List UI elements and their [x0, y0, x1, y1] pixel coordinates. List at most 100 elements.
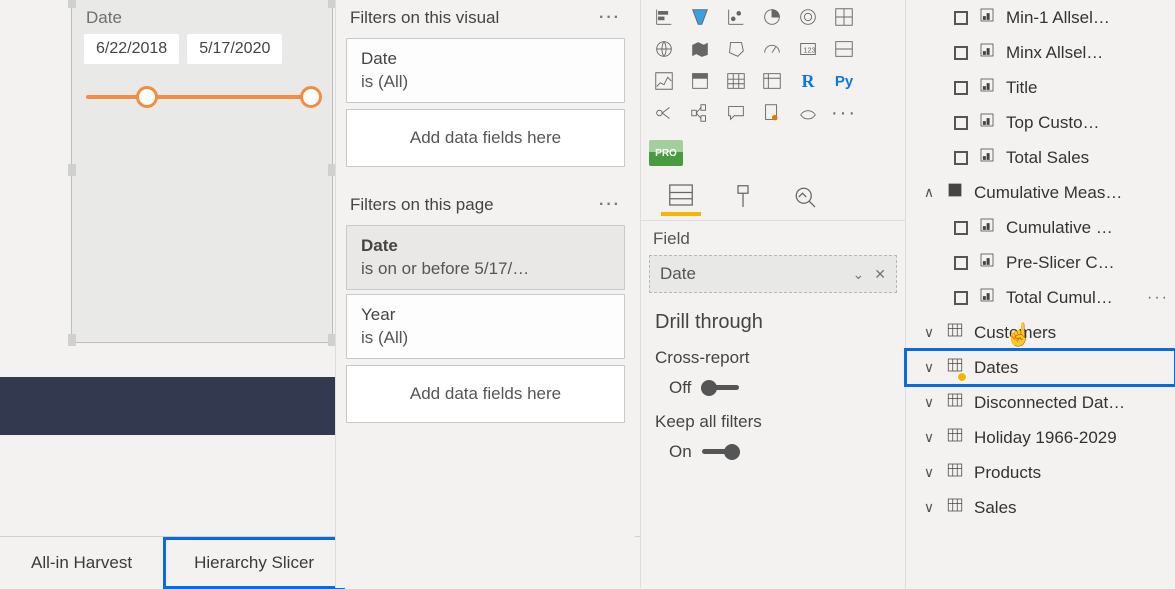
- chevron-down-icon[interactable]: ⌄: [853, 266, 865, 283]
- measure-icon: [978, 6, 996, 29]
- viz-python-icon[interactable]: Py: [827, 66, 861, 96]
- filter-title: Year: [361, 305, 610, 325]
- field-totalsales[interactable]: Total Sales: [906, 140, 1175, 175]
- filter-title: Date: [361, 236, 610, 256]
- filters-page-head: Filters on this page ···: [346, 189, 625, 221]
- table-customers[interactable]: ∨Customers: [906, 315, 1175, 350]
- table-dates[interactable]: ∨Dates: [906, 350, 1175, 385]
- filter-card-date-page[interactable]: Date is on or before 5/17/…: [346, 225, 625, 290]
- viz-multi-card-icon[interactable]: [827, 34, 861, 64]
- viz-table-icon[interactable]: [719, 66, 753, 96]
- field-topcusto[interactable]: Top Custo…: [906, 105, 1175, 140]
- field-title[interactable]: Title: [906, 70, 1175, 105]
- resize-handle[interactable]: [68, 0, 76, 8]
- viz-kpi-icon[interactable]: [647, 66, 681, 96]
- fields-mode-icon[interactable]: [661, 178, 701, 216]
- cross-report-label: Cross-report: [655, 348, 891, 368]
- table-disconnected[interactable]: ∨Disconnected Dat…: [906, 385, 1175, 420]
- checkbox-icon[interactable]: [954, 81, 968, 95]
- slider-handle-start[interactable]: [136, 86, 158, 108]
- date-slider[interactable]: [86, 86, 318, 108]
- toggle-off-label: Off: [669, 378, 691, 398]
- table-holiday[interactable]: ∨Holiday 1966-2029: [906, 420, 1175, 455]
- viz-r-icon[interactable]: R: [791, 66, 825, 96]
- filter-dropzone-visual[interactable]: Add data fields here: [346, 109, 625, 167]
- xviz-pro-icon[interactable]: PRO: [649, 140, 683, 166]
- resize-handle[interactable]: [68, 164, 76, 176]
- checkmark-badge-icon: [957, 372, 967, 382]
- filter-card-year[interactable]: Year is (All): [346, 294, 625, 359]
- more-icon[interactable]: ···: [599, 196, 621, 214]
- filter-title: Date: [361, 49, 610, 69]
- chevron-down-icon: ∨: [922, 429, 936, 446]
- table-icon: [946, 391, 964, 414]
- slider-track: [86, 95, 318, 99]
- tab-hierarchy[interactable]: Hierarchy Slicer: [163, 537, 345, 589]
- viz-donut-icon[interactable]: [791, 2, 825, 32]
- viz-decomposition-icon[interactable]: [683, 98, 717, 128]
- table-icon: [946, 496, 964, 519]
- checkbox-icon[interactable]: [954, 221, 968, 235]
- filters-pane: Filters on this visual ··· Date is (All)…: [335, 0, 635, 588]
- filter-dropzone-page[interactable]: Add data fields here: [346, 365, 625, 423]
- measure-icon: [978, 216, 996, 239]
- date-from-box[interactable]: 6/22/2018: [84, 34, 179, 64]
- svg-text:123: 123: [803, 46, 815, 55]
- viz-card-icon[interactable]: 123: [791, 34, 825, 64]
- remove-icon[interactable]: ✕: [874, 266, 886, 283]
- checkbox-icon[interactable]: [954, 256, 968, 270]
- group-cumulative[interactable]: ∧Cumulative Meas…: [906, 175, 1175, 210]
- format-mode-icon[interactable]: [723, 178, 763, 216]
- viz-more-icon[interactable]: ···: [827, 98, 861, 128]
- analytics-mode-icon[interactable]: [785, 178, 825, 216]
- viz-matrix-icon[interactable]: [755, 66, 789, 96]
- viz-map-icon[interactable]: [647, 34, 681, 64]
- viz-pie-icon[interactable]: [755, 2, 789, 32]
- slider-handle-end[interactable]: [300, 86, 322, 108]
- field-min1[interactable]: Min-1 Allsel…: [906, 0, 1175, 35]
- report-canvas[interactable]: Date 6/22/2018 5/17/2020: [0, 0, 335, 530]
- viz-filled-map-icon[interactable]: [683, 34, 717, 64]
- checkbox-icon[interactable]: [954, 46, 968, 60]
- field-minx[interactable]: Minx Allsel…: [906, 35, 1175, 70]
- viz-clustered-bar-icon[interactable]: [647, 2, 681, 32]
- tab-allin[interactable]: All-in Harvest: [0, 537, 163, 589]
- viz-funnel-icon[interactable]: [683, 2, 717, 32]
- table-sales[interactable]: ∨Sales: [906, 490, 1175, 525]
- pane-mode-row: [641, 172, 905, 221]
- viz-scatter-icon[interactable]: [719, 2, 753, 32]
- measure-icon: [978, 41, 996, 64]
- checkbox-icon[interactable]: [954, 11, 968, 25]
- chevron-down-icon: ∨: [922, 464, 936, 481]
- field-totalcumul[interactable]: Total Cumul…···: [906, 280, 1175, 315]
- viz-arcgis-icon[interactable]: [791, 98, 825, 128]
- cross-report-toggle[interactable]: [701, 380, 739, 396]
- filter-sub: is (All): [361, 328, 610, 348]
- chevron-down-icon: ∨: [922, 359, 936, 376]
- table-icon: [946, 426, 964, 449]
- field-well-date[interactable]: Date ⌄ ✕: [649, 255, 897, 293]
- measure-icon: [978, 111, 996, 134]
- checkbox-icon[interactable]: [954, 291, 968, 305]
- checkbox-icon[interactable]: [954, 151, 968, 165]
- date-to-box[interactable]: 5/17/2020: [187, 34, 282, 64]
- more-icon[interactable]: ···: [599, 9, 621, 27]
- table-products[interactable]: ∨Products: [906, 455, 1175, 490]
- viz-slicer-icon[interactable]: [683, 66, 717, 96]
- viz-treemap-icon[interactable]: [827, 2, 861, 32]
- viz-key-influencers-icon[interactable]: [647, 98, 681, 128]
- slicer-visual[interactable]: Date 6/22/2018 5/17/2020: [72, 0, 332, 342]
- filters-page-title: Filters on this page: [350, 195, 494, 215]
- field-cumulative[interactable]: Cumulative …: [906, 210, 1175, 245]
- viz-paginated-icon[interactable]: [755, 98, 789, 128]
- filter-card-date[interactable]: Date is (All): [346, 38, 625, 103]
- more-icon[interactable]: ···: [1147, 289, 1169, 307]
- keep-filters-toggle[interactable]: [702, 444, 740, 460]
- viz-gauge-icon[interactable]: [755, 34, 789, 64]
- viz-qna-icon[interactable]: [719, 98, 753, 128]
- checkbox-icon[interactable]: [954, 116, 968, 130]
- viz-shape-map-icon[interactable]: [719, 34, 753, 64]
- field-preslicer[interactable]: Pre-Slicer C…: [906, 245, 1175, 280]
- resize-handle[interactable]: [68, 334, 76, 346]
- measure-icon: [978, 251, 996, 274]
